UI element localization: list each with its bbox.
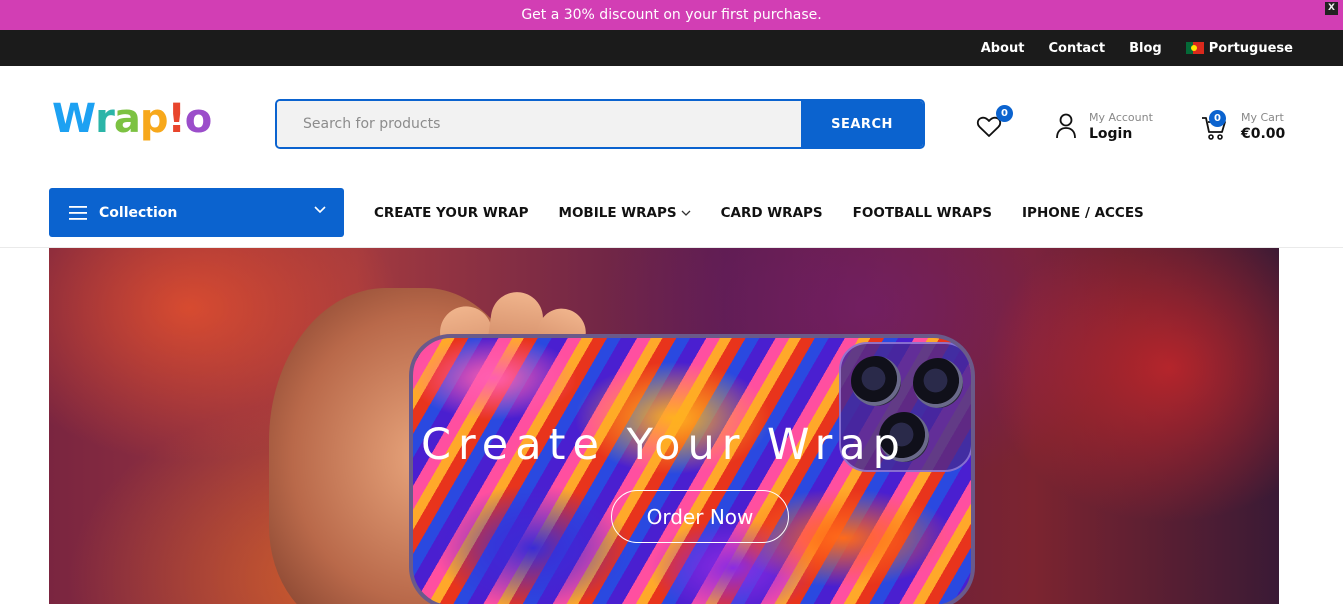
cart-count-badge: 0 [1209,110,1226,127]
menu-item-card-wraps[interactable]: CARD WRAPS [721,205,823,221]
chevron-down-icon [314,206,326,214]
search-input[interactable] [277,101,801,147]
portugal-flag-icon [1185,42,1204,54]
menu-item-label: CARD WRAPS [720,205,823,221]
hero-banner: Create Your Wrap Order Now [49,248,1279,604]
cart-total: €0.00 [1241,125,1286,142]
menu-icon [69,205,87,220]
top-links: About Contact Blog Portuguese [981,30,1293,66]
order-now-button[interactable]: Order Now [611,490,789,543]
camera-lens [851,356,901,406]
cart-icon-wrap: 0 [1201,110,1227,140]
menu-item-label: IPHONE / ACCES [1022,205,1144,221]
collection-dropdown[interactable]: Collection [49,188,344,237]
promo-bar: Get a 30% discount on your first purchas… [0,0,1343,30]
language-label: Portuguese [1208,40,1293,56]
search-button[interactable]: SEARCH [801,101,923,147]
logo-letter: a [113,96,141,142]
top-link-blog[interactable]: Blog [1129,41,1162,56]
menu-item-mobile-wraps[interactable]: MOBILE WRAPS [559,205,691,221]
promo-text: Get a 30% discount on your first purchas… [521,7,822,23]
search-bar: SEARCH [275,99,925,149]
chevron-down-icon [681,210,691,216]
camera-lens [913,358,963,408]
site-logo[interactable]: Wrap!o [52,96,213,142]
logo-letter: p [139,96,169,142]
menu-item-label: CREATE YOUR WRAP [374,205,529,221]
logo-letter: ! [167,96,186,142]
menu-item-label: FOOTBALL WRAPS [852,205,993,221]
hero-title: Create Your Wrap [421,420,907,470]
menu-item-label: MOBILE WRAPS [558,205,677,221]
menu-list: CREATE YOUR WRAP MOBILE WRAPS CARD WRAPS… [374,182,1144,244]
logo-letter: W [52,96,96,142]
logo-letter: o [184,96,213,142]
language-switcher[interactable]: Portuguese [1185,40,1293,56]
top-bar: About Contact Blog Portuguese [0,30,1343,66]
header: Wrap!o SEARCH 0 My Account Login 0 [0,66,1343,182]
login-label: Login [1089,125,1133,142]
wishlist-count-badge: 0 [996,105,1013,122]
main-nav: Collection CREATE YOUR WRAP MOBILE WRAPS… [0,182,1343,248]
top-link-contact[interactable]: Contact [1048,41,1105,56]
cart-link[interactable]: 0 My Cart €0.00 [1201,106,1285,146]
account-text: My Account Login [1089,111,1153,142]
logo-letter: r [95,96,115,142]
account-small-label: My Account [1089,110,1153,124]
cart-text: My Cart €0.00 [1241,111,1285,142]
collection-label: Collection [99,204,178,221]
menu-item-create-your-wrap[interactable]: CREATE YOUR WRAP [374,205,529,221]
menu-item-football-wraps[interactable]: FOOTBALL WRAPS [853,205,992,221]
account-link[interactable]: My Account Login [1055,106,1153,146]
menu-item-iphone-acces[interactable]: IPHONE / ACCES [1022,205,1144,221]
cart-small-label: My Cart [1241,110,1284,124]
wishlist-button[interactable]: 0 [976,105,1013,139]
close-icon[interactable]: X [1325,2,1338,15]
user-icon [1056,113,1076,139]
top-link-about[interactable]: About [981,41,1025,56]
